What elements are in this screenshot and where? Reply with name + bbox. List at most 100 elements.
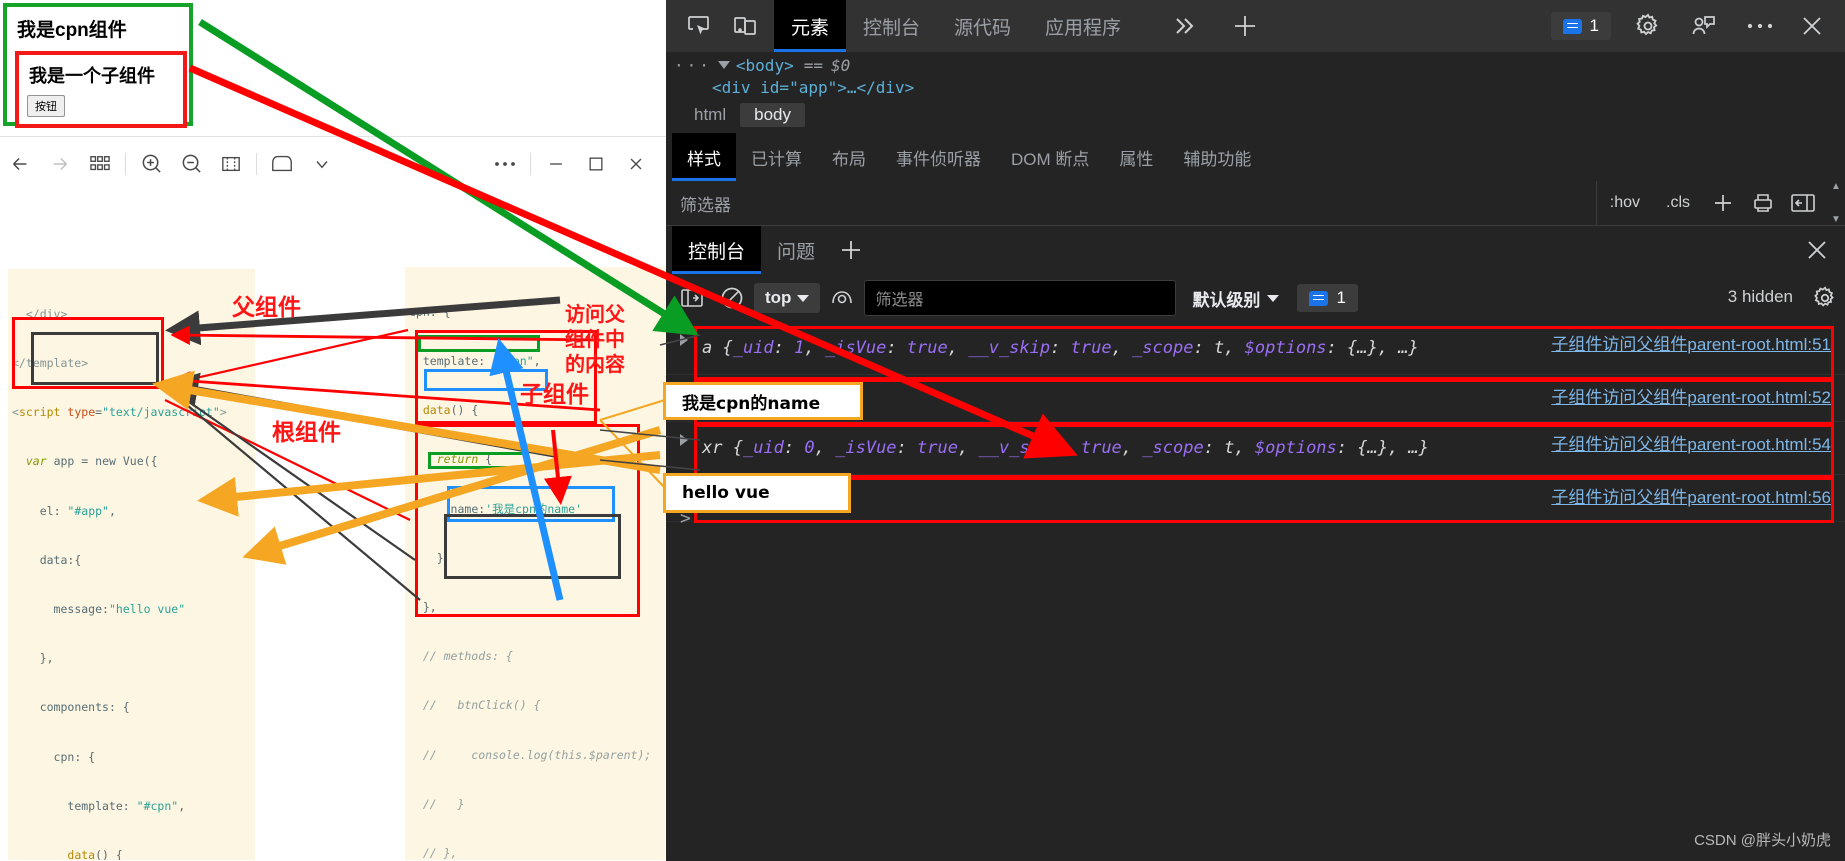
issue-icon — [1562, 18, 1582, 34]
feedback-icon[interactable] — [1681, 3, 1727, 49]
code-line: // } — [409, 796, 465, 811]
hov-toggle[interactable]: :hov — [1597, 194, 1653, 212]
live-expression-icon[interactable] — [824, 280, 860, 316]
zoom-out-icon[interactable] — [171, 144, 211, 184]
toolbar-divider-2 — [256, 152, 257, 175]
console-issues-badge[interactable]: 1 — [1297, 284, 1358, 312]
code-line: // methods: { — [409, 649, 513, 664]
print-media-icon[interactable] — [1743, 183, 1783, 223]
hidden-messages-count: 3 hidden — [1727, 287, 1793, 306]
console-message-source[interactable]: 子组件访问父组件parent-root.html:56 — [1551, 483, 1831, 508]
console-message-text: a {_uid: 1, _isVue: true, __v_skip: true… — [702, 338, 1419, 358]
tree-row-body[interactable]: ··· <body> == $0 — [666, 52, 1845, 78]
more-options-icon[interactable] — [1737, 3, 1783, 49]
tab-accessibility[interactable]: 辅助功能 — [1168, 133, 1266, 181]
tree-ellipsis[interactable]: ··· — [674, 56, 712, 75]
minimize-button[interactable] — [536, 144, 576, 184]
console-filter-input[interactable]: 筛选器 — [864, 280, 1177, 316]
inspect-element-icon[interactable] — [676, 3, 722, 49]
console-context-selector[interactable]: top — [754, 283, 821, 313]
picture-in-picture-icon[interactable] — [262, 144, 302, 184]
toolbar-divider — [125, 152, 126, 175]
drawer-tab-issues[interactable]: 问题 — [761, 226, 831, 274]
console-message[interactable]: xr {_uid: 0, _isVue: true, __v_skip: tru… — [666, 422, 1845, 475]
console-message[interactable]: a {_uid: 1, _isVue: true, __v_skip: true… — [666, 322, 1845, 375]
console-message-source[interactable]: 子组件访问父组件parent-root.html:51 — [1551, 330, 1831, 355]
chevron-double-right-icon[interactable] — [1160, 3, 1206, 49]
add-style-rule-icon[interactable] — [1703, 183, 1743, 223]
console-level-selector[interactable]: 默认级别 — [1192, 286, 1280, 311]
level-label: 默认级别 — [1192, 290, 1261, 310]
issues-badge[interactable]: 1 — [1550, 12, 1611, 40]
annotation-root-component: 根组件 — [272, 420, 341, 446]
chevron-down-icon — [797, 294, 810, 302]
settings-gear-icon[interactable] — [1625, 3, 1671, 49]
code-line: }, — [12, 651, 54, 666]
chevron-down-icon — [1267, 294, 1280, 302]
rendered-page-area: 我是cpn组件 我是一个子组件 按钮 — [0, 0, 666, 136]
tree-node-tag: <body> — [735, 55, 794, 75]
styles-scrollbar[interactable]: ▲ ▼ — [1829, 181, 1843, 225]
cpn-heading: 我是cpn组件 — [17, 20, 127, 41]
more-options-icon[interactable] — [485, 144, 525, 184]
tab-styles[interactable]: 样式 — [672, 133, 736, 181]
styles-tab-bar: 样式 已计算 布局 事件侦听器 DOM 断点 属性 辅助功能 — [666, 133, 1845, 182]
drawer-tab-console[interactable]: 控制台 — [672, 226, 762, 274]
code-pane-left[interactable]: </div> </template> <script type="text/ja… — [8, 269, 255, 860]
actual-size-icon[interactable] — [211, 144, 251, 184]
cls-toggle[interactable]: .cls — [1653, 194, 1703, 212]
devtools-tab-elements[interactable]: 元素 — [774, 0, 847, 52]
scroll-up-arrow[interactable]: ▲ — [1831, 181, 1841, 192]
browser-toolbar — [0, 136, 666, 191]
child-heading: 我是一个子组件 — [29, 66, 155, 86]
expand-triangle-icon[interactable] — [717, 61, 730, 69]
console-sidebar-icon[interactable] — [674, 280, 710, 316]
breadcrumb: html body — [666, 97, 1845, 133]
tab-event-listeners[interactable]: 事件侦听器 — [881, 133, 996, 181]
chevron-down-icon[interactable] — [302, 144, 342, 184]
console-message-source[interactable]: 子组件访问父组件parent-root.html:54 — [1551, 430, 1831, 455]
callout-hello-vue: hello vue — [663, 473, 851, 513]
clear-console-icon[interactable] — [714, 280, 750, 316]
expand-arrow-icon[interactable] — [680, 334, 688, 346]
grid-view-icon[interactable] — [80, 144, 120, 184]
code-line: data:{ — [39, 552, 82, 567]
tab-properties[interactable]: 属性 — [1104, 133, 1168, 181]
breadcrumb-item-body[interactable]: body — [740, 103, 805, 127]
watermark: CSDN @胖头小奶虎 — [1694, 832, 1831, 849]
add-tab-plus-icon[interactable] — [1222, 3, 1268, 49]
devtools-tab-sources[interactable]: 源代码 — [937, 0, 1028, 52]
close-button[interactable] — [616, 144, 656, 184]
code-line: name:'我是cpn的name' — [450, 501, 582, 516]
close-devtools-icon[interactable] — [1789, 3, 1835, 49]
maximize-button[interactable] — [576, 144, 616, 184]
code-line: var app = new Vue({ — [25, 454, 158, 469]
expand-arrow-icon[interactable] — [680, 434, 688, 446]
page-button[interactable]: 按钮 — [27, 95, 65, 117]
tree-equals: == — [803, 55, 823, 75]
back-arrow-icon[interactable] — [0, 144, 40, 184]
code-line: } — [409, 550, 444, 565]
styles-filter-input[interactable]: 筛选器 — [666, 181, 1597, 225]
elements-tree[interactable]: ··· <body> == $0 <div id="app">…</div> — [666, 52, 1845, 97]
tab-dom-breakpoints[interactable]: DOM 断点 — [996, 133, 1104, 181]
drawer-close-icon[interactable] — [1801, 234, 1833, 266]
annotation-parent-component: 父组件 — [232, 295, 301, 321]
breadcrumb-item-html[interactable]: html — [680, 103, 740, 127]
code-line: cpn: { — [53, 749, 96, 764]
devtools-tab-console[interactable]: 控制台 — [846, 0, 937, 52]
toggle-sidebar-icon[interactable] — [1783, 183, 1823, 223]
scroll-down-arrow[interactable]: ▼ — [1831, 214, 1841, 225]
forward-arrow-icon[interactable] — [40, 144, 80, 184]
tab-layout[interactable]: 布局 — [817, 133, 881, 181]
tab-computed[interactable]: 已计算 — [736, 133, 817, 181]
device-toolbar-icon[interactable] — [722, 3, 768, 49]
console-settings-gear-icon[interactable] — [1807, 280, 1843, 316]
console-message-source[interactable]: 子组件访问父组件parent-root.html:52 — [1551, 383, 1831, 408]
zoom-in-icon[interactable] — [131, 144, 171, 184]
tree-row-child[interactable]: <div id="app">…</div> — [666, 78, 1845, 97]
annotation-child-component: 子组件 — [520, 382, 589, 408]
callout-cpn-name: 我是cpn的name — [663, 382, 863, 420]
drawer-add-plus-icon[interactable] — [831, 230, 871, 270]
devtools-tab-application[interactable]: 应用程序 — [1028, 0, 1138, 52]
